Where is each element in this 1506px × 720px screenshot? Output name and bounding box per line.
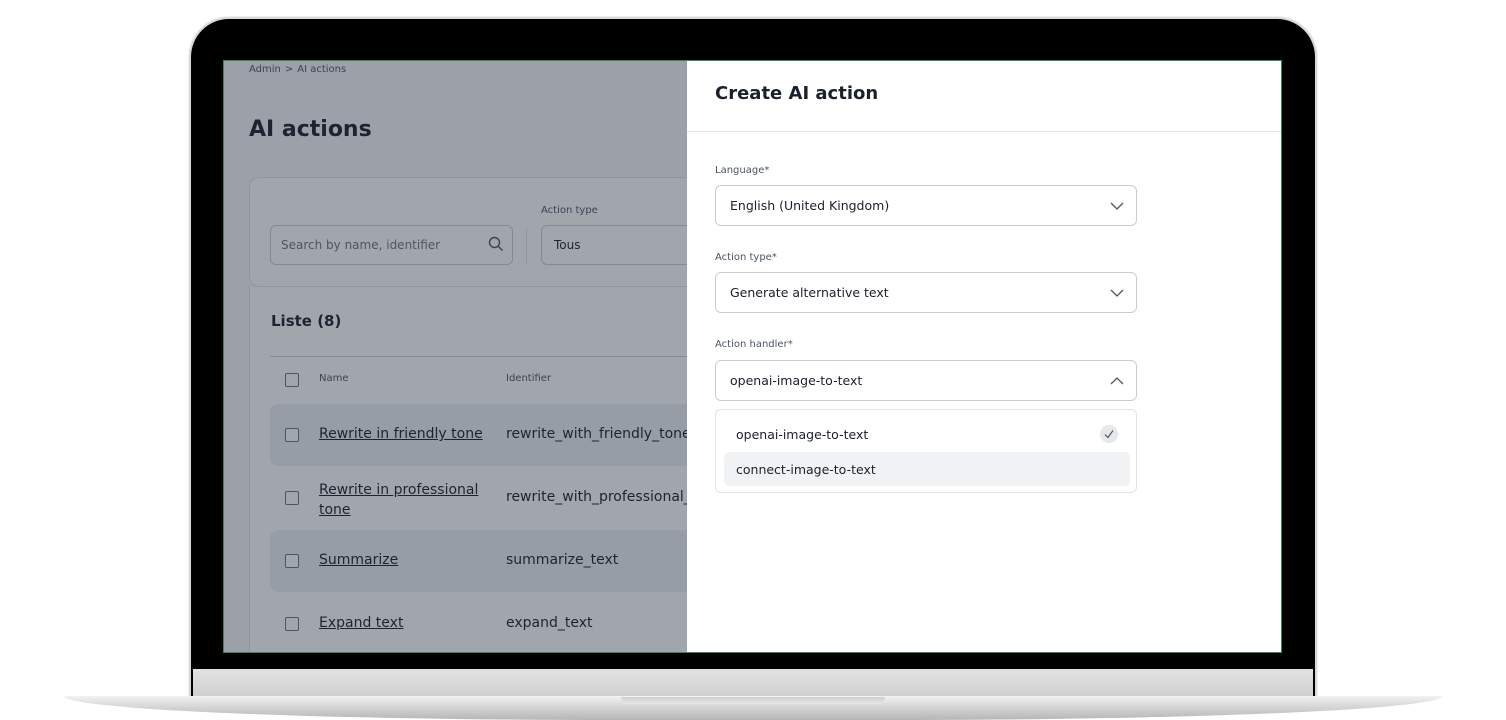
action-handler-value: openai-image-to-text xyxy=(730,373,863,388)
chevron-up-icon xyxy=(1110,377,1124,385)
drawer-divider xyxy=(687,131,1281,132)
action-handler-dropdown: openai-image-to-text connect-image-to-te… xyxy=(715,409,1137,493)
create-ai-action-drawer: Create AI action Language* English (Unit… xyxy=(687,61,1281,652)
action-type-select[interactable]: Generate alternative text xyxy=(715,272,1137,313)
chevron-down-icon xyxy=(1110,289,1124,297)
language-select[interactable]: English (United Kingdom) xyxy=(715,185,1137,226)
action-type-label: Action type* xyxy=(715,252,777,263)
option-label: connect-image-to-text xyxy=(736,462,876,477)
chevron-down-icon xyxy=(1110,202,1124,210)
option-label: openai-image-to-text xyxy=(736,427,869,442)
language-label: Language* xyxy=(715,165,770,176)
laptop-base-notch xyxy=(621,697,885,704)
action-handler-select[interactable]: openai-image-to-text xyxy=(715,360,1137,401)
action-handler-label: Action handler* xyxy=(715,339,793,350)
action-type-value: Generate alternative text xyxy=(730,285,889,300)
dropdown-option-openai-image-to-text[interactable]: openai-image-to-text xyxy=(724,417,1130,451)
language-value: English (United Kingdom) xyxy=(730,198,890,213)
dropdown-option-connect-image-to-text[interactable]: connect-image-to-text xyxy=(724,452,1130,486)
check-icon xyxy=(1100,425,1118,443)
screen: Admin>AI actions AI actions Action type … xyxy=(223,60,1282,653)
drawer-title: Create AI action xyxy=(715,83,879,104)
laptop-bezel-bottom xyxy=(193,669,1313,697)
